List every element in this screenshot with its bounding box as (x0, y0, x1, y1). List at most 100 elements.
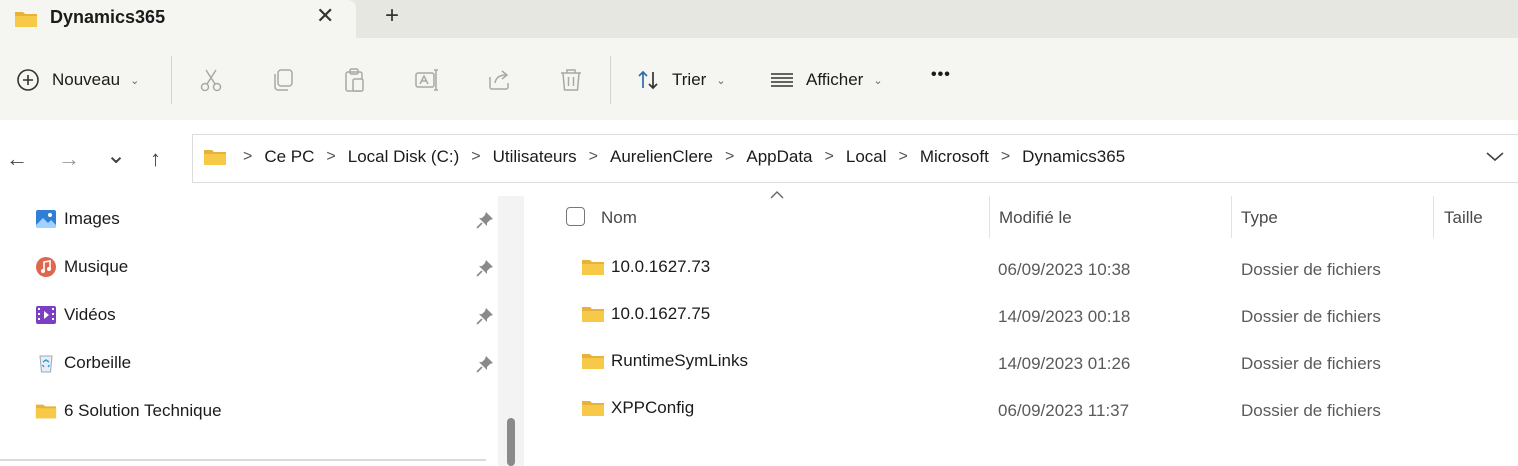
pin-icon[interactable] (476, 259, 494, 277)
breadcrumb-item[interactable]: Local (846, 147, 887, 167)
file-type: Dossier de fichiers (1241, 260, 1381, 279)
recycle-bin-icon (35, 352, 57, 374)
breadcrumb-item[interactable]: AppData (746, 147, 812, 167)
up-icon[interactable]: ↑ (150, 146, 161, 172)
view-icon (771, 73, 793, 87)
title-bar: Dynamics365 ✕ + (0, 0, 1518, 38)
breadcrumb-separator: > (1000, 148, 1011, 165)
forward-icon[interactable]: → (58, 146, 80, 172)
table-row[interactable]: 10.0.1627.73 (581, 257, 710, 277)
divider (610, 56, 611, 104)
divider (0, 459, 486, 461)
breadcrumb-item[interactable]: Local Disk (C:) (348, 147, 459, 167)
navigation-pane (0, 196, 497, 466)
breadcrumb-separator: > (898, 148, 908, 165)
breadcrumb-separator: > (588, 148, 599, 165)
column-divider[interactable] (1433, 196, 1434, 238)
file-type: Dossier de fichiers (1241, 401, 1381, 420)
breadcrumb: > Ce PC > Local Disk (C:) > Utilisateurs… (203, 147, 1125, 167)
breadcrumb-separator: > (243, 148, 253, 165)
sidebar-item-solution-technique[interactable]: 6 Solution Technique (35, 400, 222, 422)
folder-icon (581, 304, 605, 324)
close-tab-icon[interactable]: ✕ (316, 3, 334, 29)
sidebar-item-label: 6 Solution Technique (64, 401, 222, 420)
breadcrumb-separator: > (471, 148, 481, 165)
table-row[interactable]: RuntimeSymLinks (581, 351, 748, 371)
rename-icon[interactable] (414, 67, 440, 93)
folder-icon (35, 400, 57, 422)
file-modified: 06/09/2023 10:38 (998, 260, 1131, 279)
pin-icon[interactable] (476, 211, 494, 229)
share-icon[interactable] (486, 67, 512, 93)
table-row[interactable]: XPPConfig (581, 398, 694, 418)
breadcrumb-item[interactable]: AurelienClere (610, 147, 713, 167)
music-icon (35, 256, 57, 278)
new-button[interactable]: Nouveau ⌄ (16, 68, 139, 92)
select-all-checkbox[interactable] (566, 207, 585, 226)
file-name: 10.0.1627.73 (611, 257, 711, 276)
sort-icon (638, 70, 658, 90)
new-tab-icon[interactable]: + (385, 2, 399, 30)
folder-icon (581, 398, 605, 418)
file-type: Dossier de fichiers (1241, 307, 1381, 326)
folder-icon (204, 150, 226, 165)
sidebar-item-music[interactable]: Musique (35, 256, 128, 278)
breadcrumb-item[interactable]: Microsoft (920, 147, 989, 167)
breadcrumb-separator: > (326, 148, 336, 165)
folder-icon (581, 257, 605, 277)
sidebar-item-label: Images (64, 209, 120, 228)
sidebar-item-videos[interactable]: Vidéos (35, 304, 116, 326)
cut-icon[interactable] (198, 67, 224, 93)
pin-icon[interactable] (476, 355, 494, 373)
chevron-down-icon: ⌄ (716, 74, 726, 87)
chevron-down-icon[interactable] (1486, 149, 1504, 163)
file-name: XPPConfig (611, 398, 695, 417)
table-row[interactable]: 10.0.1627.75 (581, 304, 710, 324)
videos-icon (35, 304, 57, 326)
tab-dynamics365[interactable]: Dynamics365 ✕ (0, 0, 356, 38)
sidebar-item-label: Musique (64, 257, 129, 276)
view-label: Afficher (806, 70, 864, 89)
copy-icon[interactable] (270, 67, 296, 93)
address-bar[interactable]: > Ce PC > Local Disk (C:) > Utilisateurs… (192, 134, 1518, 183)
sort-ascending-icon (770, 191, 784, 199)
breadcrumb-item[interactable]: Ce PC (264, 147, 314, 167)
folder-icon (581, 351, 605, 371)
file-type: Dossier de fichiers (1241, 354, 1381, 373)
sidebar-item-label: Vidéos (64, 305, 116, 324)
command-bar: Nouveau ⌄ Trier ⌄ Afficher ⌄ ••• (0, 38, 1518, 120)
more-options-button[interactable]: ••• (931, 66, 951, 84)
recent-locations-icon[interactable]: ⌄ (106, 141, 126, 170)
chevron-down-icon: ⌄ (873, 74, 883, 87)
file-name: 10.0.1627.75 (611, 304, 711, 323)
breadcrumb-item[interactable]: Dynamics365 (1022, 147, 1125, 167)
delete-icon[interactable] (558, 67, 584, 93)
sort-button[interactable]: Trier ⌄ (636, 68, 726, 92)
column-divider[interactable] (1231, 196, 1232, 238)
column-header-name[interactable]: Nom (601, 208, 637, 228)
column-header-modified[interactable]: Modifié le (999, 208, 1072, 228)
file-modified: 14/09/2023 00:18 (998, 307, 1131, 326)
file-modified: 14/09/2023 01:26 (998, 354, 1131, 373)
pin-icon[interactable] (476, 307, 494, 325)
divider (171, 56, 172, 104)
scrollbar-thumb[interactable] (507, 418, 515, 466)
sort-label: Trier (672, 70, 707, 89)
chevron-down-icon: ⌄ (130, 74, 140, 87)
images-icon (35, 208, 57, 230)
breadcrumb-item[interactable]: Utilisateurs (493, 147, 577, 167)
new-label: Nouveau (52, 70, 121, 89)
sidebar-item-label: Corbeille (64, 353, 132, 372)
paste-icon[interactable] (342, 67, 368, 93)
back-icon[interactable]: ← (6, 146, 28, 172)
sidebar-item-recycle-bin[interactable]: Corbeille (35, 352, 131, 374)
sidebar-item-images[interactable]: Images (35, 208, 120, 230)
breadcrumb-separator: > (725, 148, 735, 165)
view-button[interactable]: Afficher ⌄ (770, 68, 883, 92)
column-header-type[interactable]: Type (1241, 208, 1278, 228)
file-modified: 06/09/2023 11:37 (998, 401, 1130, 420)
breadcrumb-separator: > (824, 148, 834, 165)
column-header-size[interactable]: Taille (1444, 208, 1483, 228)
column-divider[interactable] (989, 196, 990, 238)
tab-title: Dynamics365 (50, 7, 166, 27)
